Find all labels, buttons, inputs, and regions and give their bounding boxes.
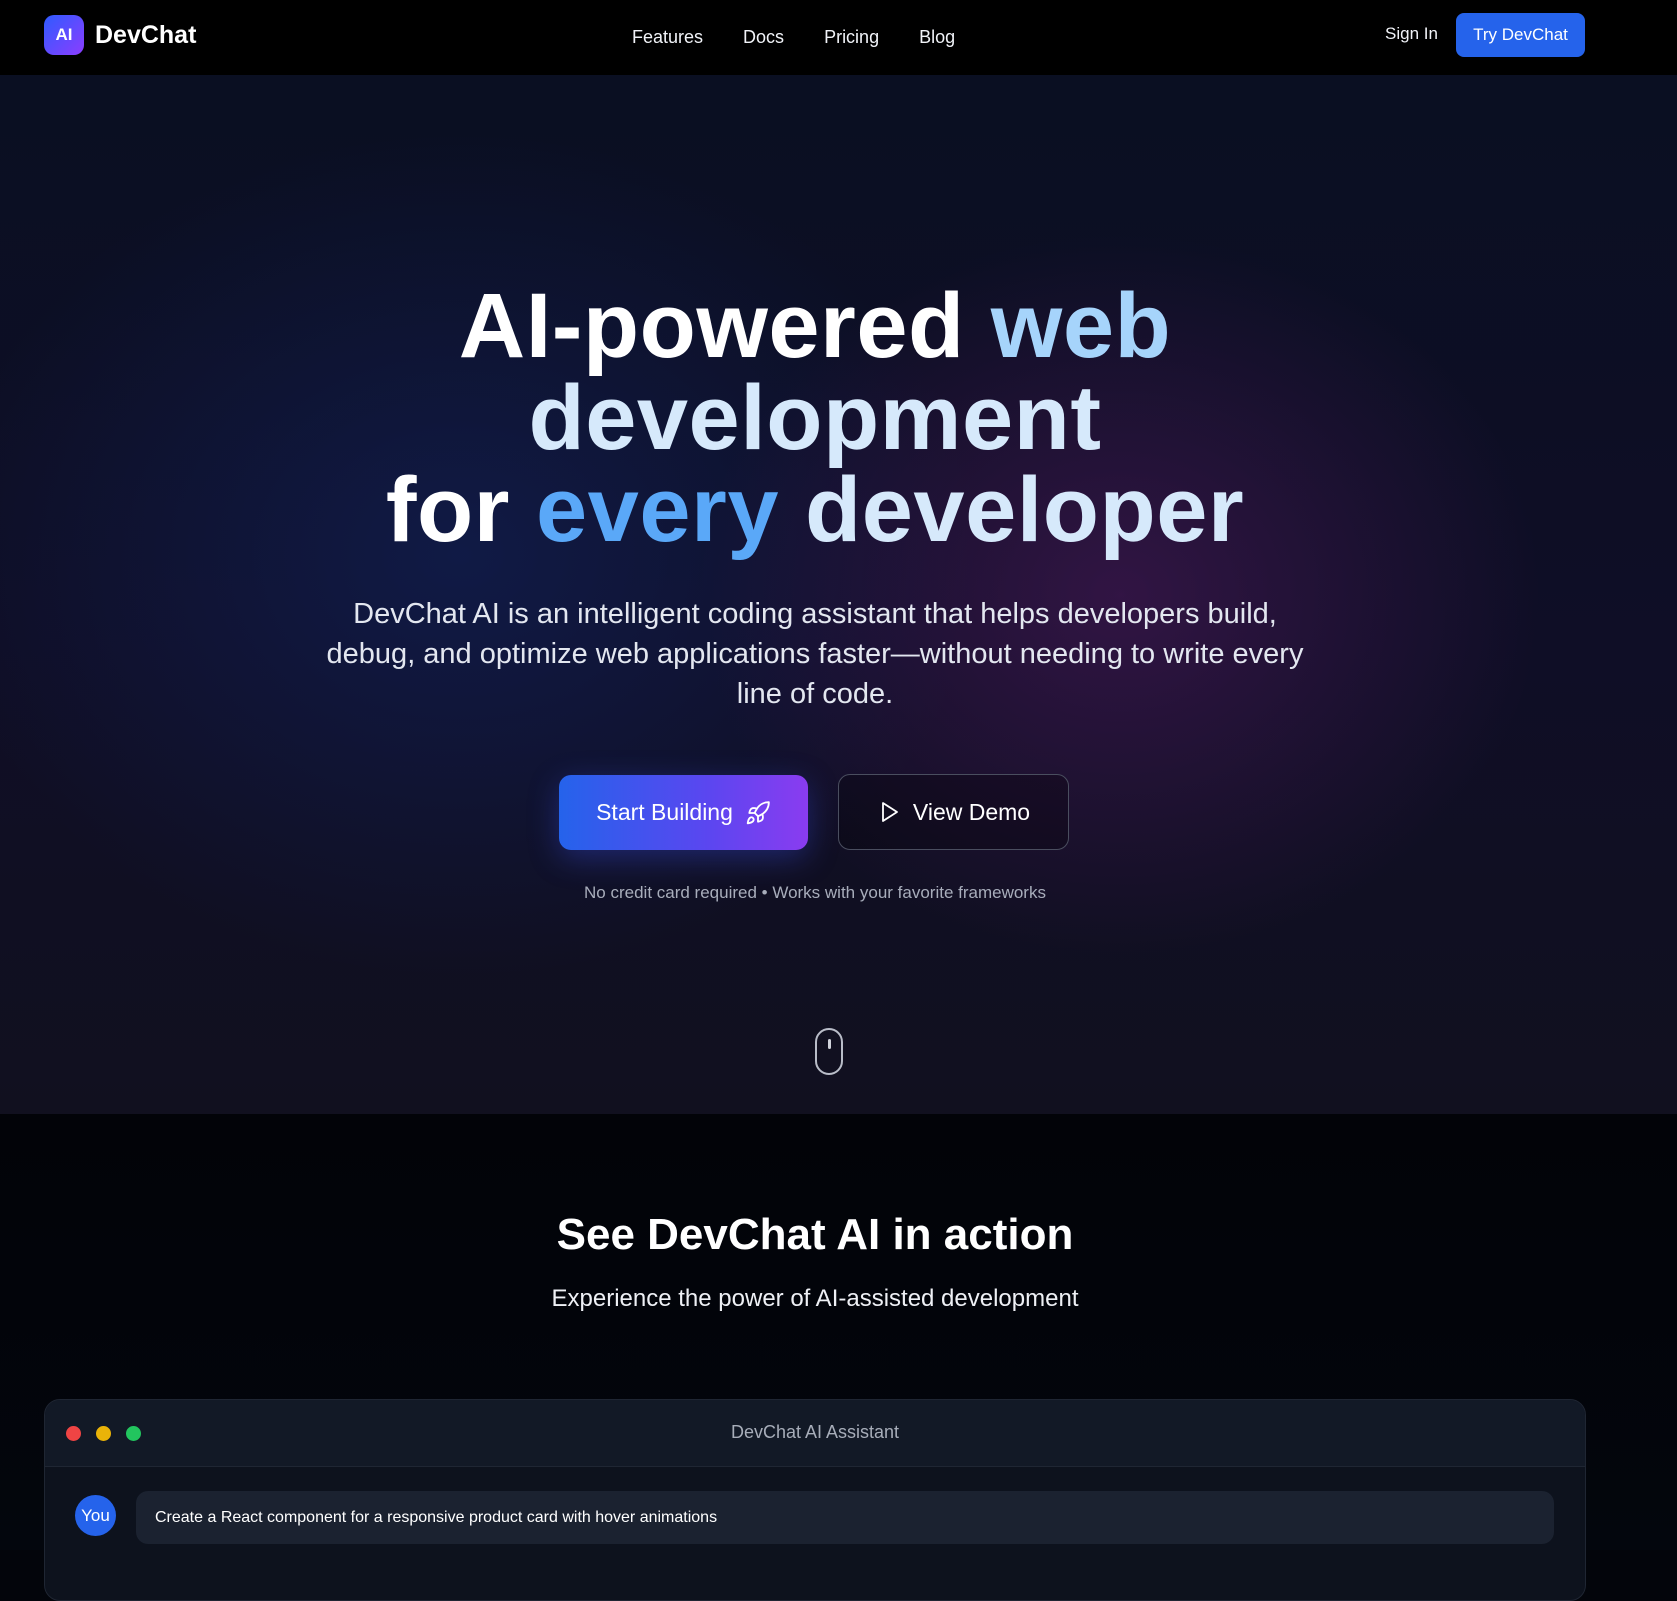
- hero-title-part: developer: [778, 459, 1245, 561]
- demo-section: See DevChat AI in action Experience the …: [0, 1114, 1677, 1601]
- mouse-scroll-icon[interactable]: [815, 1028, 843, 1075]
- hero-title-part: AI-powered: [458, 275, 991, 377]
- nav-link-docs[interactable]: Docs: [743, 27, 784, 48]
- brand[interactable]: AI DevChat: [44, 15, 196, 55]
- user-message: Create a React component for a responsiv…: [136, 1491, 1554, 1544]
- hero-section: AI-powered web development for every dev…: [0, 75, 1677, 1114]
- nav-link-features[interactable]: Features: [632, 27, 703, 48]
- window-titlebar: DevChat AI Assistant: [45, 1400, 1585, 1467]
- top-navbar: AI DevChat Features Docs Pricing Blog Si…: [0, 0, 1677, 75]
- hero-title-part: for: [385, 459, 537, 561]
- window-title: DevChat AI Assistant: [730, 1422, 900, 1442]
- view-demo-label: View Demo: [912, 798, 1031, 825]
- nav-link-pricing[interactable]: Pricing: [824, 27, 879, 48]
- demo-title: See DevChat AI in action: [556, 1210, 1074, 1259]
- start-building-label: Start Building: [596, 799, 733, 825]
- nav-links: Features Docs Pricing Blog: [632, 0, 995, 75]
- hero-title-part: development: [528, 367, 1102, 469]
- view-demo-button[interactable]: View Demo: [838, 774, 1069, 850]
- hero-title: AI-powered web development for every dev…: [0, 280, 1630, 556]
- hero-note: No credit card required • Works with you…: [584, 883, 1046, 902]
- demo-subtitle: Experience the power of AI-assisted deve…: [551, 1285, 1079, 1312]
- brand-logo: AI: [44, 15, 84, 55]
- nav-link-blog[interactable]: Blog: [919, 27, 955, 48]
- play-icon: [882, 802, 898, 822]
- rocket-icon: [746, 800, 770, 824]
- sign-in-link[interactable]: Sign In: [1385, 24, 1438, 44]
- assistant-window: DevChat AI Assistant You Create a React …: [44, 1399, 1586, 1601]
- mouse-wheel: [828, 1039, 831, 1049]
- try-devchat-button[interactable]: Try DevChat: [1456, 13, 1585, 57]
- start-building-button[interactable]: Start Building: [559, 775, 808, 850]
- hero-subtitle: DevChat AI is an intelligent coding assi…: [326, 598, 1304, 710]
- user-avatar: You: [75, 1495, 116, 1536]
- brand-name: DevChat: [95, 20, 197, 49]
- hero-title-highlight: web: [990, 275, 1172, 377]
- hero-title-highlight: every: [536, 459, 779, 561]
